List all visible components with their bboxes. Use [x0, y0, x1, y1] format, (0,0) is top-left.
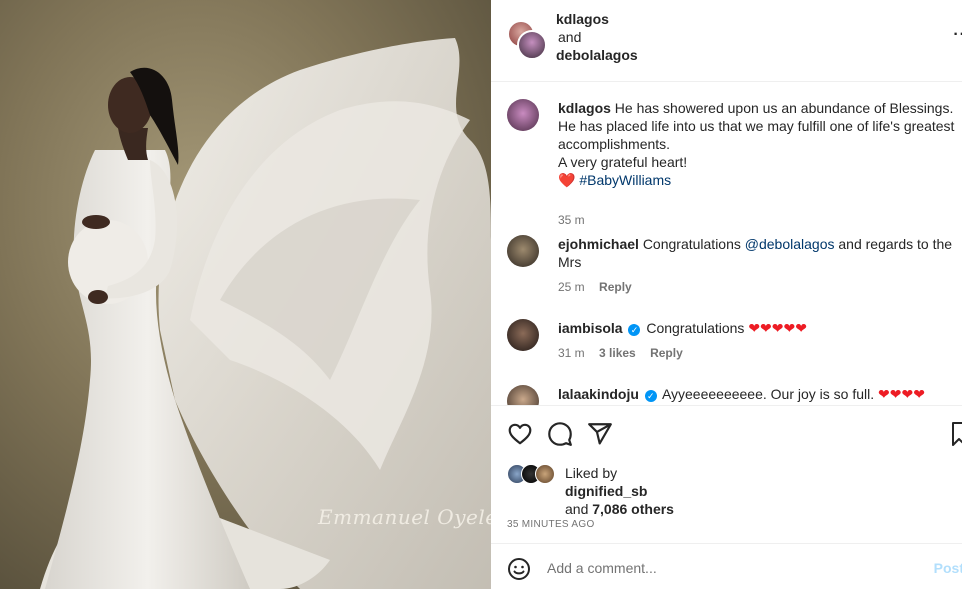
avatar[interactable] [535, 464, 555, 484]
comment-time[interactable]: 31 m [558, 346, 585, 360]
comments-list[interactable]: kdlagos He has showered upon us an abund… [491, 83, 962, 405]
liker-username[interactable]: dignified_sb [565, 483, 647, 499]
verified-badge-icon: ✓ [628, 324, 641, 336]
and-label: and [565, 501, 589, 517]
collab-avatars[interactable] [507, 20, 547, 60]
reply-button[interactable]: Reply [599, 280, 632, 294]
username-kdlagos[interactable]: kdlagos [556, 10, 638, 28]
liked-by-text: Liked by dignified_sb and 7,086 others [565, 464, 765, 518]
collab-names: kdlagos and debolalagos [556, 10, 638, 64]
hearts-emoji: ❤❤❤❤ [878, 386, 925, 402]
comment-meta: 35 m [558, 213, 596, 227]
avatar[interactable] [507, 319, 539, 351]
caption-line1: He has showered upon us an abundance of … [614, 100, 954, 116]
post-comment-button[interactable]: Post [934, 560, 962, 576]
photographer-watermark: Emmanuel Oyeleke [318, 505, 491, 529]
caption-line3: A very grateful heart! [558, 154, 688, 170]
liked-by-label: Liked by [565, 465, 618, 481]
avatar-debolalagos[interactable] [517, 30, 547, 60]
comment-text: ejohmichael Congratulations @debolalagos… [558, 235, 958, 271]
reply-button[interactable]: Reply [650, 346, 683, 360]
comment-text: iambisola ✓ Congratulations ❤❤❤❤❤ [558, 319, 958, 337]
comment-item: lalaakindoju ✓ Ayyeeeeeeeeee. Our joy is… [507, 385, 962, 405]
save-bookmark-icon[interactable] [951, 421, 962, 447]
post-detail-panel: kdlagos and debolalagos ·· kdlagos He ha… [491, 0, 962, 589]
comment-item: iambisola ✓ Congratulations ❤❤❤❤❤ 31 m 3… [507, 319, 962, 379]
liker-avatars[interactable] [507, 464, 561, 486]
add-comment-bar: Post [491, 543, 962, 589]
comment-text-body: Congratulations [646, 320, 745, 336]
comment-meta: 25 m Reply [558, 280, 643, 294]
likes-count-link[interactable]: 7,086 others [592, 501, 674, 517]
more-options-icon[interactable]: ·· [953, 26, 962, 44]
post-timestamp[interactable]: 35 MINUTES AGO [507, 519, 595, 530]
caption-line2: He has placed life into us that we may f… [558, 118, 955, 152]
avatar[interactable] [507, 385, 539, 405]
and-label: and [558, 29, 582, 45]
comment-username[interactable]: lalaakindoju [558, 386, 639, 402]
comment-text-body: Ayyeeeeeeeeee. Our joy is so full. [661, 386, 875, 402]
share-send-icon[interactable] [587, 421, 613, 447]
comment-username[interactable]: kdlagos [558, 100, 611, 116]
avatar[interactable] [507, 99, 539, 131]
comment-meta: 31 m 3 likes Reply [558, 346, 694, 360]
hashtag-link[interactable]: #BabyWilliams [579, 172, 671, 188]
emoji-smiley-icon[interactable] [507, 557, 531, 581]
caption-text: kdlagos He has showered upon us an abund… [558, 99, 958, 189]
comment-time[interactable]: 25 m [558, 280, 585, 294]
verified-badge-icon: ✓ [644, 390, 657, 402]
like-heart-icon[interactable] [507, 421, 533, 447]
mention-link[interactable]: @debolalagos [745, 236, 835, 252]
avatar[interactable] [507, 235, 539, 267]
comment-username[interactable]: ejohmichael [558, 236, 639, 252]
hearts-emoji: ❤❤❤❤❤ [748, 320, 807, 336]
comment-username[interactable]: iambisola [558, 320, 623, 336]
post-header: kdlagos and debolalagos ·· [491, 0, 962, 82]
comment-text-before: Congratulations [642, 236, 741, 252]
comment-time[interactable]: 35 m [558, 213, 585, 227]
post-actions-section: Liked by dignified_sb and 7,086 others 3… [491, 405, 962, 589]
post-image[interactable]: Emmanuel Oyeleke [0, 0, 491, 589]
comment-text: lalaakindoju ✓ Ayyeeeeeeeeee. Our joy is… [558, 385, 958, 403]
comment-input[interactable] [547, 557, 917, 579]
username-debolalagos[interactable]: debolalagos [556, 46, 638, 64]
comment-item: ejohmichael Congratulations @debolalagos… [507, 235, 962, 305]
comment-likes[interactable]: 3 likes [599, 346, 636, 360]
post-photo-illustration [0, 0, 491, 589]
heart-emoji: ❤️ [558, 172, 576, 188]
caption: kdlagos He has showered upon us an abund… [507, 99, 962, 229]
comment-bubble-icon[interactable] [547, 421, 573, 447]
